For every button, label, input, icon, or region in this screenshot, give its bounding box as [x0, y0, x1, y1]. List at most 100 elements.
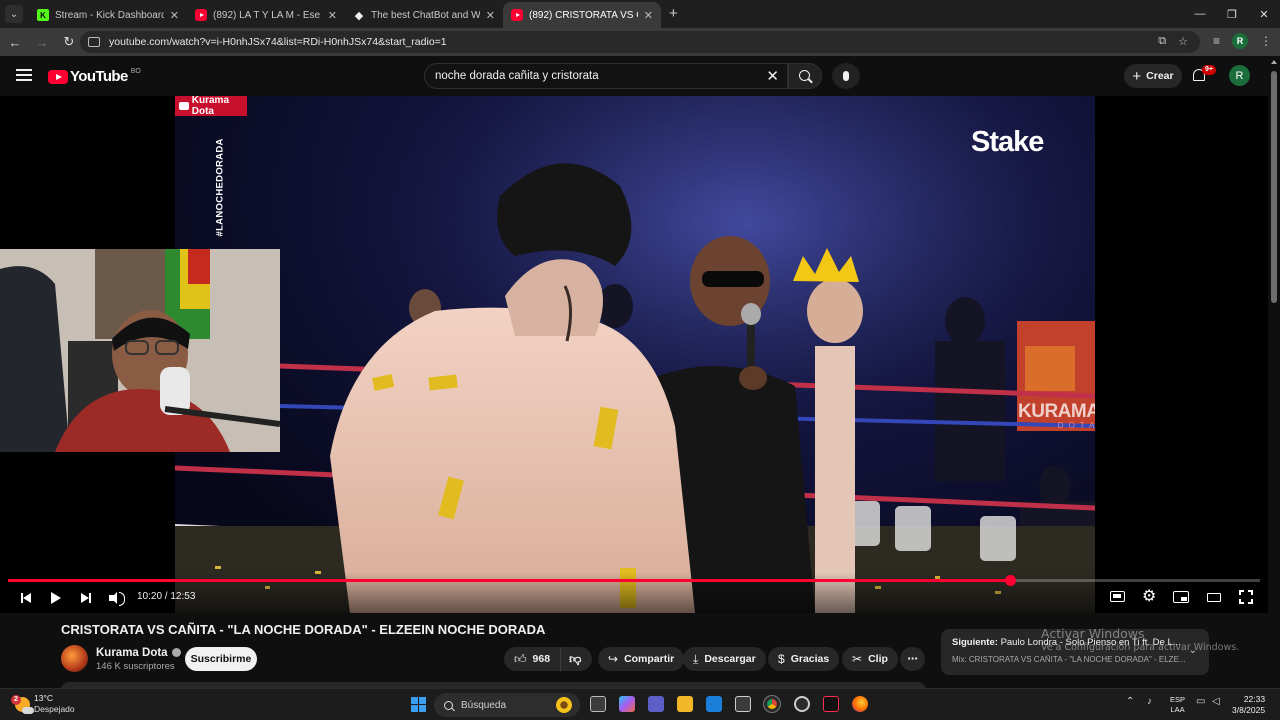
- restore-icon[interactable]: ❐: [1216, 0, 1248, 28]
- reload-button[interactable]: ↻: [57, 30, 81, 54]
- more-icon: ⋯: [907, 653, 918, 665]
- taskbar-search[interactable]: Búsqueda: [434, 693, 580, 717]
- theater-mode-button[interactable]: [1207, 589, 1225, 605]
- windows-activation-watermark: Activar Windows Ve a Configuración para …: [1041, 626, 1239, 653]
- system-clock[interactable]: 22:33 3/8/2025: [1232, 694, 1265, 716]
- close-tab-icon[interactable]: ✕: [486, 9, 495, 22]
- new-tab-button[interactable]: +: [669, 5, 678, 22]
- watermark-main: KURAMA: [1018, 401, 1095, 422]
- create-button[interactable]: + Crear: [1124, 64, 1182, 88]
- browser-toolbar: ← → ↻ youtube.com/watch?v=i-H0nhJSx74&li…: [0, 28, 1280, 56]
- tab-youtube-ese[interactable]: (892) LA T Y LA M - Ese - YouTube ✕: [187, 2, 345, 28]
- input-language[interactable]: ESP LAA: [1170, 695, 1185, 715]
- notifications-badge: 9+: [1202, 65, 1216, 75]
- clear-search-icon[interactable]: ✕: [766, 67, 779, 85]
- network-icon[interactable]: ▭: [1196, 696, 1205, 707]
- subscriber-count: 146 K suscriptores: [96, 661, 175, 672]
- close-tab-icon[interactable]: ✕: [170, 9, 179, 22]
- microphone-tray-icon[interactable]: ♪: [1147, 696, 1152, 707]
- volume-tray-icon[interactable]: ◁: [1212, 696, 1220, 707]
- tiktok-icon[interactable]: [823, 696, 839, 712]
- subscribe-button[interactable]: Suscribirme: [185, 647, 257, 671]
- weather-widget[interactable]: 2 13°C Despejado: [11, 693, 75, 715]
- channel-tag-text: Kurama Dota: [191, 96, 230, 117]
- tray-overflow-icon[interactable]: ⌃: [1126, 696, 1134, 707]
- chrome-icon[interactable]: [763, 695, 781, 713]
- share-button[interactable]: ↪ Compartir: [598, 647, 685, 671]
- gear-icon: ⚙: [1142, 588, 1157, 605]
- weather-icon: 2: [11, 694, 34, 714]
- video-frame[interactable]: Kurama Dota #LANOCHEDORADA Stake KURAMA …: [175, 96, 1095, 613]
- weather-badge: 2: [11, 694, 21, 705]
- scrollbar-thumb[interactable]: [1271, 71, 1277, 303]
- mute-button[interactable]: [104, 590, 125, 606]
- back-button[interactable]: ←: [3, 30, 27, 54]
- play-button[interactable]: [46, 590, 66, 606]
- miniplayer-button[interactable]: [1173, 589, 1191, 605]
- address-bar[interactable]: youtube.com/watch?v=i-H0nhJSx74&list=RDi…: [80, 31, 1200, 53]
- tab-cristorata-active[interactable]: (892) CRISTORATA VS CAÑITA ✕: [503, 2, 661, 28]
- progress-scrubber[interactable]: [1004, 575, 1016, 586]
- next-button[interactable]: [76, 590, 96, 606]
- firefox-icon[interactable]: [852, 696, 868, 712]
- search-icon: [798, 69, 810, 81]
- tab-kick-dashboard[interactable]: K Stream - Kick Dashboard ✕: [29, 2, 187, 28]
- app-icon[interactable]: [794, 696, 810, 712]
- minimize-icon[interactable]: —: [1184, 0, 1216, 28]
- search-button[interactable]: [788, 63, 822, 89]
- share-label: Compartir: [624, 653, 675, 665]
- mail-icon[interactable]: [706, 696, 722, 712]
- task-view-icon[interactable]: [590, 696, 606, 712]
- tab-chatbot-widgets[interactable]: ◆ The best ChatBot and Widgets ✕: [345, 2, 503, 28]
- copilot-icon[interactable]: [619, 696, 635, 712]
- fullscreen-button[interactable]: [1239, 589, 1257, 605]
- channel-avatar[interactable]: [61, 645, 88, 672]
- tab-search-button[interactable]: ⌄: [5, 5, 23, 23]
- forward-button[interactable]: →: [30, 30, 54, 54]
- store-icon[interactable]: [735, 696, 751, 712]
- video-player[interactable]: Kurama Dota #LANOCHEDORADA Stake KURAMA …: [0, 96, 1268, 613]
- plus-icon: +: [1132, 67, 1142, 85]
- tab-label: The best ChatBot and Widgets: [371, 9, 480, 21]
- close-window-icon[interactable]: ✕: [1248, 0, 1280, 28]
- dislike-button[interactable]: 👎︎: [561, 652, 589, 667]
- file-explorer-icon[interactable]: [677, 696, 693, 712]
- sponsor-logo: Stake: [971, 126, 1044, 158]
- thanks-button[interactable]: $ Gracias: [768, 647, 840, 671]
- page-scrollbar[interactable]: [1268, 56, 1280, 688]
- progress-played: [8, 579, 1010, 582]
- start-button[interactable]: [411, 697, 426, 712]
- cast-icon[interactable]: ⧉: [1158, 35, 1166, 48]
- like-button[interactable]: 👍︎ 968: [504, 647, 562, 671]
- account-avatar[interactable]: R: [1229, 65, 1250, 86]
- channel-name[interactable]: Kurama Dota: [96, 647, 181, 659]
- volume-icon: [108, 592, 125, 606]
- previous-button[interactable]: [16, 590, 36, 606]
- close-tab-icon[interactable]: ✕: [644, 9, 653, 22]
- settings-button[interactable]: ⚙: [1142, 589, 1160, 605]
- up-next-prefix: Siguiente:: [952, 637, 998, 648]
- clip-button[interactable]: ✂ Clip: [842, 647, 898, 671]
- bookmark-star-icon[interactable]: ☆: [1178, 35, 1188, 48]
- progress-bar[interactable]: [8, 575, 1260, 586]
- download-button[interactable]: ⤓ Descargar: [683, 647, 766, 671]
- up-next-mix: Mix: CRISTORATA VS CAÑITA - "LA NOCHE DO…: [952, 655, 1186, 664]
- scroll-up-arrow-icon[interactable]: [1271, 60, 1277, 64]
- browser-profile-avatar[interactable]: R: [1232, 33, 1248, 49]
- weather-condition: Despejado: [34, 704, 75, 714]
- fullscreen-icon: [1239, 590, 1253, 604]
- teams-icon[interactable]: [648, 696, 664, 712]
- media-controls-icon[interactable]: ≡: [1213, 34, 1220, 48]
- youtube-logo[interactable]: YouTube BO: [48, 68, 141, 85]
- search-input[interactable]: noche dorada cañita y cristorata ✕: [424, 63, 788, 89]
- voice-search-button[interactable]: [832, 63, 860, 89]
- close-tab-icon[interactable]: ✕: [328, 9, 337, 22]
- more-actions-button[interactable]: ⋯: [900, 647, 925, 671]
- browser-menu-icon[interactable]: ⋮: [1260, 34, 1272, 48]
- clock-time: 22:33: [1243, 694, 1266, 704]
- subtitles-button[interactable]: [1110, 589, 1128, 605]
- menu-icon[interactable]: [16, 69, 32, 81]
- microphone-icon: [843, 71, 849, 81]
- site-info-icon[interactable]: [88, 37, 100, 47]
- search-highlight-icon: [556, 697, 572, 713]
